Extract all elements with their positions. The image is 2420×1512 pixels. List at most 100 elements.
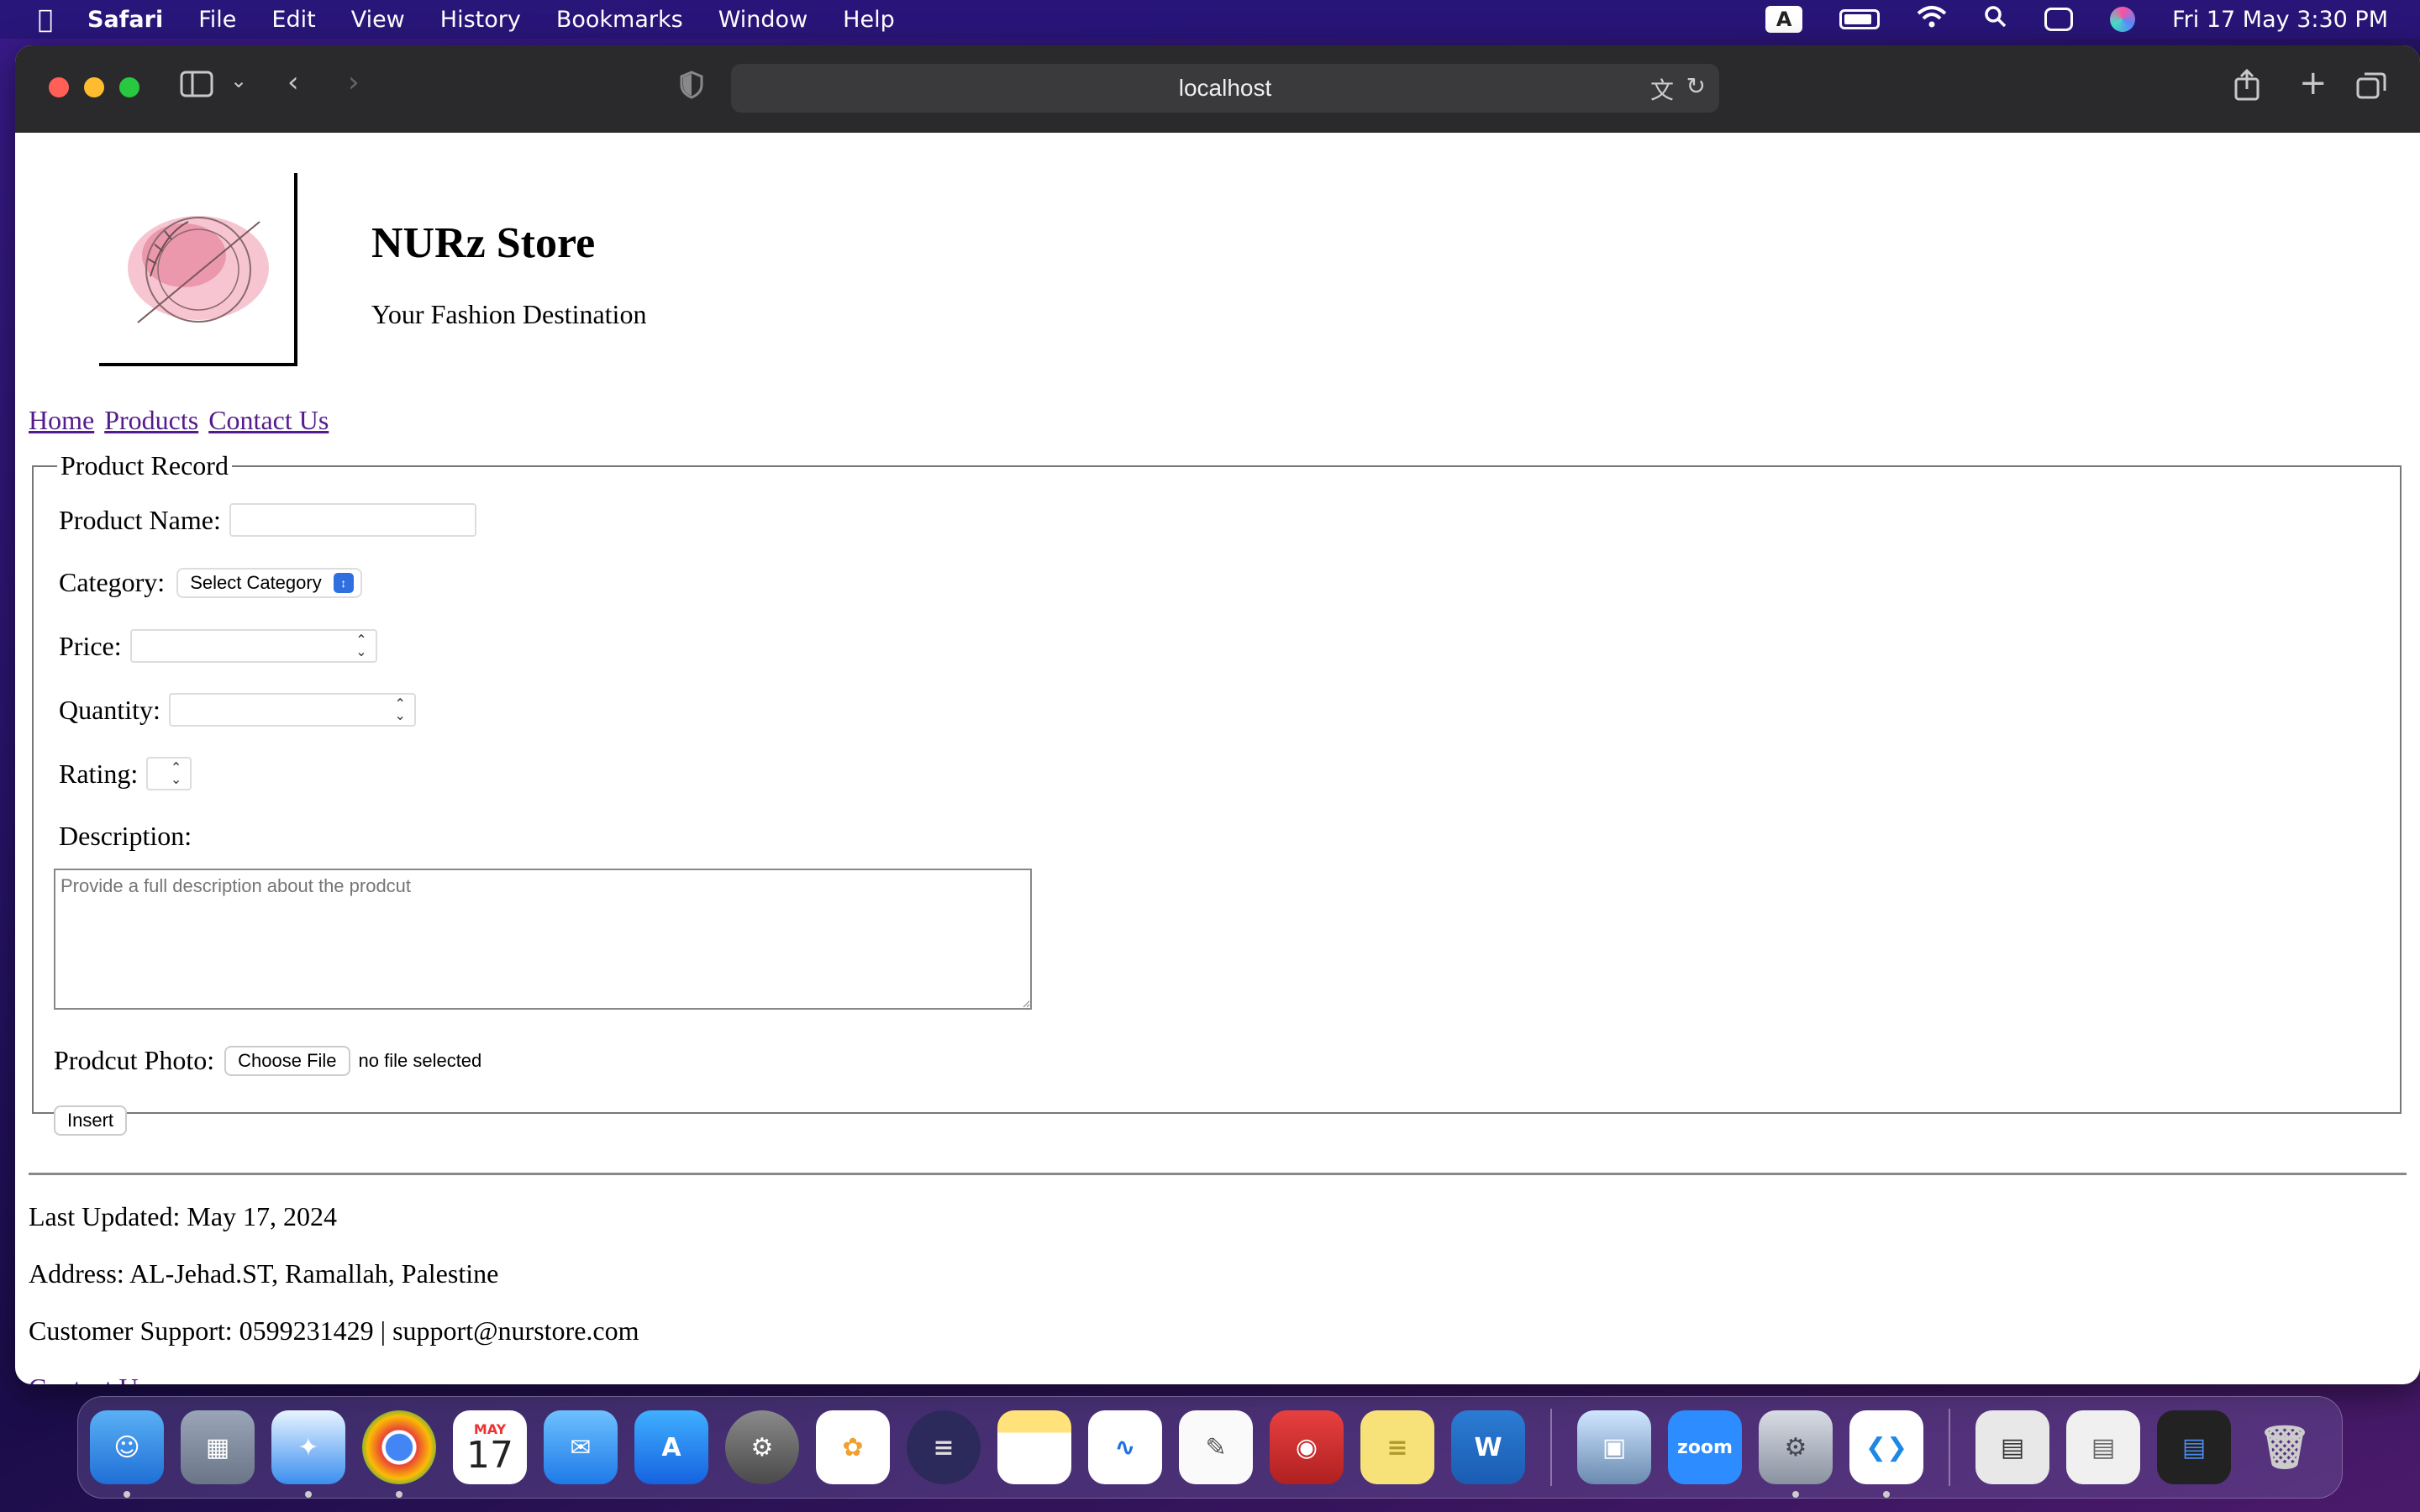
calendar-icon[interactable]: MAY 17	[453, 1410, 527, 1484]
notes-icon[interactable]	[997, 1410, 1071, 1484]
browser-toolbar: ⌄ ‹ › localhost 文 ↻ +	[15, 45, 2420, 133]
running-indicator	[396, 1491, 402, 1498]
photos-icon[interactable]: ✿	[816, 1410, 890, 1484]
safari-icon[interactable]: ✦	[271, 1410, 345, 1498]
category-selected-value: Select Category	[190, 571, 322, 593]
siri-icon[interactable]	[2110, 7, 2136, 32]
product-record-fieldset: Product Record Product Name: Category: S…	[32, 450, 2402, 1114]
vscode-icon[interactable]: ❮❯	[1849, 1410, 1923, 1498]
input-source-icon[interactable]: A	[1765, 6, 1803, 33]
stickies-icon[interactable]: ≡	[1360, 1410, 1434, 1484]
menu-clock[interactable]: Fri 17 May 3:30 PM	[2172, 7, 2388, 33]
photo-row: Prodcut Photo: Choose File no file selec…	[54, 1045, 481, 1076]
address-bar[interactable]: localhost 文 ↻	[731, 64, 1719, 113]
footer-divider	[29, 1173, 2407, 1175]
new-tab-icon[interactable]: +	[2299, 64, 2328, 102]
stepper-icon[interactable]: ⌃ ⌄	[171, 761, 182, 786]
battery-icon[interactable]	[1839, 9, 1881, 29]
privacy-shield-icon[interactable]	[679, 71, 704, 107]
stepper-icon[interactable]: ⌃ ⌄	[355, 633, 366, 659]
quantity-row: Quantity: ⌃ ⌄	[59, 693, 416, 727]
last-updated-text: Last Updated: May 17, 2024	[29, 1201, 338, 1231]
dock: ☺ ▦ ✦ MAY 17 ✉ A ⚙ ✿ ≡ ∿ ✎ ◉ ≡ W ▣ zoom …	[77, 1396, 2343, 1499]
nav-products-link[interactable]: Products	[104, 405, 198, 435]
description-textarea[interactable]	[54, 869, 1032, 1010]
menu-bookmarks[interactable]: Bookmarks	[556, 7, 683, 33]
translate-icon[interactable]: 文	[1650, 72, 1674, 106]
mail-icon[interactable]: ✉	[544, 1410, 618, 1484]
running-indicator	[124, 1491, 130, 1498]
spotlight-search-icon[interactable]	[1984, 5, 2007, 34]
reload-icon[interactable]: ↻	[1686, 72, 1706, 100]
store-tagline: Your Fashion Destination	[371, 299, 647, 329]
close-window-button[interactable]	[49, 77, 69, 97]
category-label: Category:	[59, 567, 166, 597]
eclipse-icon[interactable]: ≡	[907, 1410, 981, 1484]
menu-app-name[interactable]: Safari	[87, 7, 163, 33]
menu-view[interactable]: View	[351, 7, 405, 33]
description-label: Description:	[59, 821, 192, 851]
zoom-label: zoom	[1677, 1436, 1733, 1458]
store-title: NURz Store	[371, 219, 596, 267]
screenshot-stack-icon[interactable]: ▤	[2157, 1410, 2231, 1484]
category-select[interactable]: Select Category ↕	[176, 567, 362, 598]
web-page: NURz Store Your Fashion Destination Home…	[15, 133, 2420, 1384]
file-status-text: no file selected	[358, 1049, 482, 1071]
freeform-icon[interactable]: ∿	[1088, 1410, 1162, 1484]
logo-image	[128, 216, 269, 323]
footer-contact-link[interactable]: Contact Us	[29, 1373, 149, 1384]
system-settings-icon[interactable]: ⚙	[725, 1410, 799, 1484]
finder-icon[interactable]: ☺	[90, 1410, 164, 1498]
preview-icon[interactable]: ▣	[1577, 1410, 1651, 1484]
menu-help[interactable]: Help	[843, 7, 895, 33]
dock-separator	[1949, 1409, 1950, 1486]
tab-overview-icon[interactable]	[2356, 72, 2386, 107]
quantity-input[interactable]: ⌃ ⌄	[168, 693, 416, 727]
launchpad-icon[interactable]: ▦	[181, 1410, 255, 1484]
minimize-window-button[interactable]	[84, 77, 104, 97]
chevron-down-icon[interactable]: ⌄	[230, 69, 247, 92]
apple-icon[interactable]: 	[29, 5, 62, 34]
back-icon[interactable]: ‹	[287, 66, 299, 99]
trash-icon[interactable]: 🗑	[2248, 1410, 2322, 1484]
chrome-icon[interactable]	[362, 1410, 436, 1498]
wifi-icon[interactable]	[1917, 5, 1947, 34]
textedit-icon[interactable]: ✎	[1179, 1410, 1253, 1484]
menu-history[interactable]: History	[440, 7, 521, 33]
running-indicator	[305, 1491, 312, 1498]
menu-window[interactable]: Window	[718, 7, 808, 33]
rating-input[interactable]: ⌃ ⌄	[146, 757, 192, 790]
insert-button[interactable]: Insert	[54, 1105, 128, 1136]
choose-file-button[interactable]: Choose File	[224, 1045, 350, 1076]
stepper-icon[interactable]: ⌃ ⌄	[394, 697, 405, 722]
menu-edit[interactable]: Edit	[271, 7, 315, 33]
forward-icon[interactable]: ›	[348, 66, 360, 99]
price-input[interactable]: ⌃ ⌄	[129, 629, 377, 663]
menu-file[interactable]: File	[198, 7, 236, 33]
photo-booth-icon[interactable]: ◉	[1270, 1410, 1344, 1484]
sidebar-icon[interactable]	[180, 71, 213, 105]
documents-stack-icon[interactable]: ▤	[2066, 1410, 2140, 1484]
zoom-icon[interactable]: zoom	[1668, 1410, 1742, 1484]
footer-contact-wrapper: Contact Us	[29, 1373, 149, 1384]
price-label: Price:	[59, 630, 122, 661]
nav-contact-link[interactable]: Contact Us	[208, 405, 329, 435]
select-arrows-icon: ↕	[333, 572, 354, 593]
price-row: Price: ⌃ ⌄	[59, 629, 377, 663]
running-indicator	[1792, 1491, 1799, 1498]
running-indicator	[1883, 1491, 1890, 1498]
app-store-icon[interactable]: A	[634, 1410, 708, 1484]
word-letter: W	[1474, 1432, 1502, 1462]
word-icon[interactable]: W	[1451, 1410, 1525, 1484]
control-center-icon[interactable]	[2044, 8, 2074, 31]
settings-gear-icon[interactable]: ⚙	[1759, 1410, 1833, 1498]
downloads-stack-icon[interactable]: ▤	[1975, 1410, 2049, 1484]
share-icon[interactable]	[2233, 68, 2260, 108]
category-row: Category: Select Category ↕	[59, 567, 362, 598]
product-name-input[interactable]	[229, 503, 476, 537]
nav-home-link[interactable]: Home	[29, 405, 94, 435]
fieldset-legend: Product Record	[60, 450, 229, 480]
calendar-day: 17	[466, 1433, 513, 1477]
quantity-label: Quantity:	[59, 694, 160, 725]
zoom-window-button[interactable]	[119, 77, 139, 97]
